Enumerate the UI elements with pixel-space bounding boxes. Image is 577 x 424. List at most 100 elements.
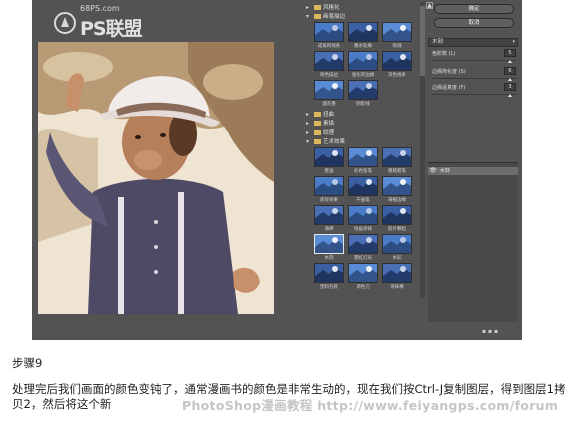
filter-thumbnail-label: 涂抹棒 [390, 285, 404, 290]
step-heading: 步骤9 [12, 356, 43, 370]
chevron-right-icon: ▸ [306, 4, 310, 11]
chevron-down-icon: ▾ [306, 138, 310, 145]
param-label: 边缘简化度 (S) [432, 69, 466, 75]
filter-thumbnail-label: 霓虹灯光 [354, 256, 372, 261]
filter-thumbnail-image [314, 263, 344, 283]
filter-thumbnail-image [314, 176, 344, 196]
filter-thumbnail-label: 干画笔 [356, 198, 370, 203]
gallery-category[interactable]: ▾ 艺术效果 [306, 137, 345, 146]
gallery-category-label: 素描 [323, 121, 335, 127]
filter-thumbnail[interactable]: 强化的边缘 [348, 51, 378, 79]
param-slider-track[interactable] [432, 60, 516, 61]
filter-thumbnail[interactable]: 烟灰墨 [314, 80, 344, 108]
filter-thumbnail-image [348, 234, 378, 254]
gallery-category[interactable]: ▸ 扭曲 [306, 110, 334, 119]
gallery-category[interactable]: ▸ 素描 [306, 119, 334, 128]
param-value-input[interactable]: 6 [504, 67, 516, 75]
filter-thumbnail-label: 胶片颗粒 [388, 227, 406, 232]
param-value-input[interactable]: 3 [504, 83, 516, 91]
layer-panel-buttons[interactable]: ▪ ▪ ▪ [482, 328, 498, 335]
filter-thumbnail[interactable]: 阴影线 [348, 80, 378, 108]
filter-thumbnail[interactable]: 喷色描边 [314, 51, 344, 79]
filter-thumbnail-image [382, 234, 412, 254]
filter-thumbnail-image [382, 263, 412, 283]
gallery-category-label: 风格化 [323, 5, 340, 11]
filter-thumbnail[interactable]: 底纹效果 [314, 176, 344, 204]
filter-thumbnail-label: 阴影线 [356, 102, 370, 107]
filter-thumbnail-label: 喷色描边 [320, 73, 338, 78]
param-slider-knob[interactable] [508, 60, 513, 63]
filter-thumbnail[interactable]: 海报边缘 [382, 176, 412, 204]
filter-param-slider[interactable]: 边缘逼真度 (F) 3 [432, 83, 516, 102]
filter-thumbnail-image [348, 147, 378, 167]
filter-thumbnail[interactable]: 成角的线条 [314, 22, 344, 50]
gallery-category-label: 艺术效果 [323, 139, 346, 145]
filter-thumbnail-image [382, 51, 412, 71]
filter-thumbnail[interactable]: 调色刀 [348, 263, 378, 291]
filter-thumbnail-label: 强化的边缘 [351, 73, 375, 78]
filter-thumbnail-label: 成角的线条 [317, 44, 341, 49]
filter-thumbnail[interactable]: 壁画 [314, 147, 344, 175]
filter-thumbnail-label: 海绵 [324, 227, 334, 232]
filter-param-slider[interactable]: 色阶数 (L) 5 [432, 49, 516, 68]
ps-union-logo: 68PS.com PS联盟 [42, 2, 202, 42]
watermark-text: PhotoShop漫画教程 http://www.feiyangps.com/f… [182, 398, 559, 413]
filter-thumbnail[interactable]: 霓虹灯光 [348, 234, 378, 262]
effect-layer-row[interactable]: 👁 木刻 [428, 167, 518, 175]
filter-thumbnail-label: 绘画涂抹 [354, 227, 372, 232]
filter-thumbnail-image [314, 234, 344, 254]
filter-thumbnail-label: 喷溅 [392, 44, 402, 49]
param-slider-knob[interactable] [508, 94, 513, 97]
gallery-category[interactable]: ▸ 纹理 [306, 128, 334, 137]
filter-thumbnail[interactable]: 塑料包装 [314, 263, 344, 291]
param-slider-track[interactable] [432, 78, 516, 79]
gallery-category[interactable]: ▸ 风格化 [306, 3, 340, 12]
filter-thumbnail-label: 调色刀 [356, 285, 370, 290]
filter-thumbnail-label: 底纹效果 [320, 198, 338, 203]
filter-thumbnail[interactable]: 彩色铅笔 [348, 147, 378, 175]
filter-preview-canvas[interactable] [38, 42, 274, 314]
filter-thumbnail-image [348, 205, 378, 225]
folder-icon [314, 139, 321, 144]
logo-site-text: 68PS.com [80, 4, 120, 13]
chevron-down-icon: ▾ [512, 39, 515, 45]
collapse-arrow-icon[interactable]: ▲ [426, 2, 433, 9]
filter-thumbnail-image [314, 205, 344, 225]
filter-thumbnail-image [382, 176, 412, 196]
param-slider-track[interactable] [432, 94, 516, 95]
filter-thumbnail[interactable]: 深色线条 [382, 51, 412, 79]
filter-thumbnail-label: 深色线条 [388, 73, 406, 78]
eye-icon[interactable]: 👁 [428, 167, 438, 175]
filter-thumbnail-label: 壁画 [324, 169, 334, 174]
filter-thumbnail-label: 粗糙蜡笔 [388, 169, 406, 174]
filter-thumbnail[interactable]: 喷溅 [382, 22, 412, 50]
filter-thumbnail-label: 墨水轮廓 [354, 44, 372, 49]
param-slider-knob[interactable] [508, 78, 513, 81]
filter-thumbnail[interactable]: 绘画涂抹 [348, 205, 378, 233]
gallery-scroll-thumb[interactable] [420, 6, 425, 76]
folder-icon [314, 121, 321, 126]
filter-thumbnail-image [314, 80, 344, 100]
filter-thumbnail[interactable]: 海绵 [314, 205, 344, 233]
filter-thumbnail-image [382, 147, 412, 167]
filter-select-value: 木刻 [432, 39, 444, 45]
filter-type-select[interactable]: 木刻 ▾ [428, 38, 518, 47]
folder-icon [314, 14, 321, 19]
filter-thumbnail[interactable]: 粗糙蜡笔 [382, 147, 412, 175]
filter-thumbnail[interactable]: 涂抹棒 [382, 263, 412, 291]
param-value-input[interactable]: 5 [504, 49, 516, 57]
filter-thumbnail-image [348, 51, 378, 71]
chevron-right-icon: ▸ [306, 129, 310, 136]
filter-thumbnail[interactable]: 干画笔 [348, 176, 378, 204]
filter-thumbnail-image [348, 176, 378, 196]
folder-icon [314, 130, 321, 135]
filter-thumbnail[interactable]: 木刻 [314, 234, 344, 262]
filter-thumbnail[interactable]: 墨水轮廓 [348, 22, 378, 50]
gallery-scrollbar[interactable] [420, 2, 425, 298]
gallery-category[interactable]: ▾ 画笔描边 [306, 12, 345, 21]
filter-thumbnail[interactable]: 胶片颗粒 [382, 205, 412, 233]
filter-thumbnail[interactable]: 水彩 [382, 234, 412, 262]
ok-button[interactable]: 确定 [434, 4, 514, 14]
preview-image [38, 42, 274, 314]
cancel-button[interactable]: 取消 [434, 18, 514, 28]
